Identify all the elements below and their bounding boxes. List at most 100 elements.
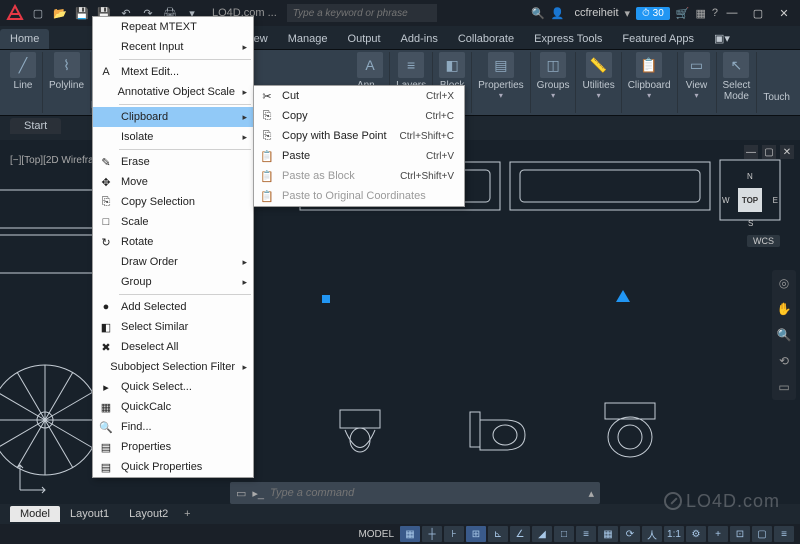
status-polar-icon[interactable]: ∠	[510, 526, 530, 542]
tab-featured[interactable]: Featured Apps	[612, 29, 704, 49]
trial-badge[interactable]: ⏱ 30	[636, 7, 670, 20]
tab-express[interactable]: Express Tools	[524, 29, 612, 49]
layout-tab-layout2[interactable]: Layout2	[119, 506, 178, 522]
ribbon-utilities[interactable]: 📏Utilities▾	[576, 52, 621, 113]
cmd-recent-icon[interactable]: ▴	[588, 487, 594, 500]
ctx-item-22[interactable]: ▦QuickCalc	[93, 397, 253, 417]
ribbon-touch[interactable]: Touch	[757, 52, 796, 113]
username[interactable]: ccfreiheit	[574, 7, 618, 19]
status-ws-icon[interactable]: ⚙	[686, 526, 706, 542]
nav-zoom-icon[interactable]: 🔍	[775, 326, 793, 344]
status-clean-icon[interactable]: ▢	[752, 526, 772, 542]
vp-close-icon[interactable]: ✕	[780, 145, 794, 159]
close-button[interactable]: ✕	[772, 3, 796, 23]
qat-save-icon[interactable]: 💾	[72, 3, 92, 23]
ribbon-select-mode[interactable]: ↖SelectMode	[717, 52, 758, 113]
status-snap-icon[interactable]: ┼	[422, 526, 442, 542]
ctx-item-12[interactable]: □Scale	[93, 212, 253, 232]
qat-open-icon[interactable]: 📂	[50, 3, 70, 23]
clip-item-1[interactable]: ⎘CopyCtrl+C	[254, 106, 464, 126]
status-osnap-icon[interactable]: □	[554, 526, 574, 542]
cmd-handle-icon[interactable]: ▭	[236, 487, 246, 500]
status-scale-icon[interactable]: 1:1	[664, 526, 684, 542]
ctx-item-24[interactable]: ▤Properties	[93, 437, 253, 457]
clip-item-3[interactable]: 📋PasteCtrl+V	[254, 146, 464, 166]
vp-minimize-icon[interactable]: —	[744, 145, 758, 159]
tab-collaborate[interactable]: Collaborate	[448, 29, 524, 49]
status-anno-icon[interactable]: 人	[642, 526, 662, 542]
ribbon-view[interactable]: ▭View▾	[678, 52, 717, 113]
tab-manage[interactable]: Manage	[278, 29, 338, 49]
ctx-item-23[interactable]: 🔍Find...	[93, 417, 253, 437]
ctx-item-9[interactable]: ✎Erase	[93, 152, 253, 172]
ctx-item-14[interactable]: Draw Order▸	[93, 252, 253, 272]
nav-wheel-icon[interactable]: ◎	[775, 274, 793, 292]
ribbon-line[interactable]: ╱ Line	[4, 52, 43, 113]
minimize-button[interactable]: —	[720, 3, 744, 23]
tab-overflow[interactable]: ▣▾	[704, 28, 740, 49]
ribbon-groups[interactable]: ◫Groups▾	[531, 52, 577, 113]
cart-icon[interactable]: 🛒	[676, 7, 690, 20]
command-line[interactable]: ▭ ▸_ ▴	[230, 482, 600, 504]
viewcube[interactable]: N S E W TOP	[720, 170, 780, 230]
help-search-input[interactable]	[287, 4, 437, 22]
status-hw-icon[interactable]: ⊡	[730, 526, 750, 542]
ctx-item-11[interactable]: ⎘Copy Selection	[93, 192, 253, 212]
chevron-right-icon: ▸	[242, 132, 247, 143]
ribbon-properties[interactable]: ▤Properties▾	[472, 52, 531, 113]
ctx-item-4[interactable]: Annotative Object Scale▸	[93, 82, 253, 102]
ribbon-clipboard[interactable]: 📋Clipboard▾	[622, 52, 678, 113]
ctx-item-17[interactable]: ●Add Selected	[93, 297, 253, 317]
ctx-item-7[interactable]: Isolate▸	[93, 127, 253, 147]
ctx-item-25[interactable]: ▤Quick Properties	[93, 457, 253, 477]
ctx-item-15[interactable]: Group▸	[93, 272, 253, 292]
status-iso-icon[interactable]: ◢	[532, 526, 552, 542]
ctx-item-3[interactable]: AMtext Edit...	[93, 62, 253, 82]
status-lw-icon[interactable]: ≡	[576, 526, 596, 542]
clip-item-2[interactable]: ⎘Copy with Base PointCtrl+Shift+C	[254, 126, 464, 146]
status-grid-icon[interactable]: ▦	[400, 526, 420, 542]
ctx-label: Find...	[121, 421, 152, 433]
status-model-label[interactable]: MODEL	[358, 529, 394, 540]
help-icon[interactable]: ?	[712, 7, 718, 19]
status-ortho-icon[interactable]: ⊾	[488, 526, 508, 542]
ctx-item-6[interactable]: Clipboard▸	[93, 107, 253, 127]
ctx-item-19[interactable]: ✖Deselect All	[93, 337, 253, 357]
ctx-item-21[interactable]: ▸Quick Select...	[93, 377, 253, 397]
tab-addins[interactable]: Add-ins	[391, 29, 448, 49]
maximize-button[interactable]: ▢	[746, 3, 770, 23]
layout-tab-layout1[interactable]: Layout1	[60, 506, 119, 522]
clip-item-0[interactable]: ✂CutCtrl+X	[254, 86, 464, 106]
status-cycle-icon[interactable]: ⟳	[620, 526, 640, 542]
command-input[interactable]	[270, 487, 582, 499]
ctx-item-1[interactable]: Recent Input▸	[93, 37, 253, 57]
ctx-icon	[97, 129, 115, 145]
status-infer-icon[interactable]: ⊦	[444, 526, 464, 542]
status-monitor-icon[interactable]: +	[708, 526, 728, 542]
user-icon[interactable]: 👤	[551, 7, 565, 20]
search-icon[interactable]: 🔍	[531, 7, 545, 20]
status-custom-icon[interactable]: ≡	[774, 526, 794, 542]
nav-pan-icon[interactable]: ✋	[775, 300, 793, 318]
app-switcher-icon[interactable]: ▦	[695, 7, 705, 20]
dropdown-icon[interactable]: ▾	[625, 7, 631, 20]
ctx-item-20[interactable]: Subobject Selection Filter▸	[93, 357, 253, 377]
nav-orbit-icon[interactable]: ⟲	[775, 352, 793, 370]
nav-showmotion-icon[interactable]: ▭	[775, 378, 793, 396]
vp-maximize-icon[interactable]: ▢	[762, 145, 776, 159]
status-dyn-icon[interactable]: ⊞	[466, 526, 486, 542]
layout-tab-add[interactable]: +	[178, 508, 196, 520]
tab-output[interactable]: Output	[338, 29, 391, 49]
ribbon-polyline[interactable]: ⌇ Polyline	[43, 52, 91, 113]
ctx-item-10[interactable]: ✥Move	[93, 172, 253, 192]
qat-new-icon[interactable]: ▢	[28, 3, 48, 23]
tab-home[interactable]: Home	[0, 29, 49, 49]
layout-tab-model[interactable]: Model	[10, 506, 60, 522]
document-tab-start[interactable]: Start	[10, 118, 61, 134]
wcs-label[interactable]: WCS	[747, 235, 780, 247]
ctx-item-0[interactable]: Repeat MTEXT	[93, 17, 253, 37]
ctx-item-13[interactable]: ↻Rotate	[93, 232, 253, 252]
viewcube-face[interactable]: TOP	[738, 188, 762, 212]
ctx-item-18[interactable]: ◧Select Similar	[93, 317, 253, 337]
status-trans-icon[interactable]: ▦	[598, 526, 618, 542]
